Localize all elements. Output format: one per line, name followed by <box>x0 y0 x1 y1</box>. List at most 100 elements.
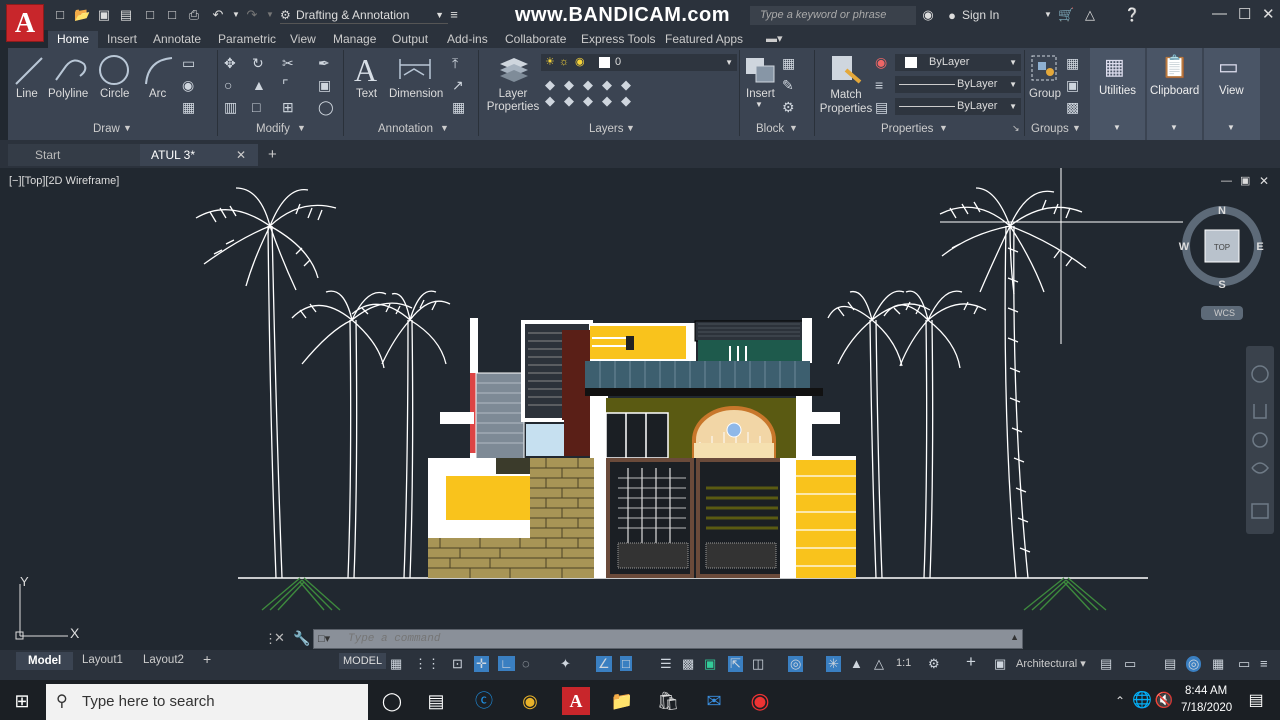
command-close-icon[interactable]: ✕ <box>274 630 285 646</box>
mirror-icon[interactable]: ▲ <box>252 77 266 93</box>
viewcube-top-face[interactable]: TOP <box>1214 243 1230 252</box>
gradient-icon[interactable]: ▦ <box>182 99 195 115</box>
isodraft-icon[interactable]: ✦ <box>560 656 571 672</box>
wcs-label[interactable]: WCS <box>1214 308 1235 318</box>
ribbon-options-icon[interactable]: ▬▾ <box>766 31 783 48</box>
insert-button[interactable]: Insert <box>746 88 775 100</box>
draw-panel-dropdown-icon[interactable]: ▼ <box>123 123 132 133</box>
lineweight-dropdown[interactable]: ByLayer ▼ <box>895 98 1021 115</box>
file-explorer-icon[interactable]: 📁 <box>610 689 634 713</box>
line-button[interactable]: Line <box>16 88 38 100</box>
hatch-icon[interactable]: ◉ <box>182 77 194 93</box>
layer-dropdown[interactable]: ☀ ☼ ◉ 0 ▼ <box>541 54 737 71</box>
save-as-icon[interactable]: ▤ <box>118 7 134 22</box>
search-input[interactable]: Type a keyword or phrase <box>750 6 916 25</box>
move-icon[interactable]: ✥ <box>224 55 236 71</box>
block-panel-label[interactable]: Block <box>756 123 784 135</box>
command-line[interactable]: □▾ ▲ <box>313 629 1023 649</box>
command-input[interactable] <box>348 632 988 646</box>
group-edit-icon[interactable]: ▣ <box>1066 77 1079 93</box>
plot-icon[interactable]: ⎙ <box>186 7 202 22</box>
model-space-button[interactable]: MODEL <box>339 653 387 669</box>
polyline-button[interactable]: Polyline <box>48 88 88 100</box>
stretch-icon[interactable]: ▥ <box>224 99 237 115</box>
clean-screen-icon[interactable]: ▦ <box>1212 656 1224 672</box>
view-panel[interactable]: ▭ View ▼ <box>1204 48 1260 140</box>
properties-dialog-launcher-icon[interactable]: ↘ <box>1012 123 1020 134</box>
customization-icon[interactable]: ≡ <box>1260 656 1268 671</box>
trim-icon[interactable]: ✂ <box>282 55 294 71</box>
open-icon[interactable]: 📂 <box>74 7 90 22</box>
edit-block-icon[interactable]: ✎ <box>782 77 794 93</box>
dimension-button[interactable]: Dimension <box>389 88 443 100</box>
utilities-panel[interactable]: ▦ Utilities ▼ <box>1090 48 1145 140</box>
command-history-icon[interactable]: ▲ <box>1010 632 1019 642</box>
network-icon[interactable]: 🌐 <box>1130 689 1154 713</box>
infer-constraints-icon[interactable]: ⊡ <box>452 656 463 672</box>
tab-express-tools[interactable]: Express Tools <box>581 31 655 48</box>
ortho-icon[interactable]: ∟ <box>498 656 515 671</box>
sign-in-dropdown-icon[interactable]: ▼ <box>1040 7 1056 22</box>
ungroup-icon[interactable]: ▦ <box>1066 55 1079 71</box>
polar-icon[interactable]: ◌ <box>522 656 530 671</box>
taskbar-clock-date[interactable]: 7/18/2020 <box>1181 702 1232 714</box>
annotation-visibility-icon[interactable]: ▲ <box>850 656 863 671</box>
tab-view[interactable]: View <box>290 31 316 48</box>
isolate-objects-icon[interactable]: ▤ <box>1164 656 1176 672</box>
rectangle-icon[interactable]: ▭ <box>182 55 195 71</box>
lineweight-toggle-icon[interactable]: ☰ <box>660 656 672 672</box>
tab-manage[interactable]: Manage <box>333 31 376 48</box>
layers-panel-label[interactable]: Layers <box>589 123 624 135</box>
cart-icon[interactable]: 🛒 <box>1058 7 1074 22</box>
erase-icon[interactable]: ✒ <box>318 55 330 71</box>
tab-output[interactable]: Output <box>392 31 428 48</box>
help-icon[interactable]: ❔ <box>1124 7 1140 22</box>
wrench-icon[interactable]: 🔧 <box>293 630 310 647</box>
tab-parametric[interactable]: Parametric <box>218 31 276 48</box>
clipboard-panel[interactable]: 📋 Clipboard ▼ <box>1147 48 1202 140</box>
web-mobile-open-icon[interactable]: □ <box>142 7 158 22</box>
match-properties-button[interactable]: Match Properties <box>819 88 873 116</box>
circle-button[interactable]: Circle <box>100 88 129 100</box>
volume-muted-icon[interactable]: 🔇 <box>1152 689 1176 713</box>
layers-panel-dropdown-icon[interactable]: ▼ <box>626 123 635 133</box>
text-button[interactable]: Text <box>356 88 377 100</box>
linetype-dropdown[interactable]: ByLayer ▼ <box>895 76 1021 93</box>
tab-start[interactable]: Start <box>8 144 140 166</box>
customize-qat-icon[interactable]: ≡ <box>446 7 462 22</box>
taskbar-search-input[interactable]: ⚲ Type here to search <box>46 684 368 720</box>
autocad-logo[interactable]: A <box>6 4 44 42</box>
offset-icon[interactable]: ◯ <box>318 99 334 115</box>
edge-icon[interactable]: ⓒ <box>472 689 496 713</box>
web-mobile-save-icon[interactable]: □ <box>164 7 180 22</box>
layer-color-swatch[interactable] <box>599 57 610 68</box>
modify-panel-dropdown-icon[interactable]: ▼ <box>297 123 306 133</box>
annotation-panel-dropdown-icon[interactable]: ▼ <box>440 123 449 133</box>
compass-south[interactable]: S <box>1218 279 1225 291</box>
close-tab-icon[interactable]: ✕ <box>236 144 246 166</box>
annotation-autoscale-icon[interactable]: △ <box>874 656 884 672</box>
autocad-taskbar-icon[interactable]: A <box>562 687 590 715</box>
units-dropdown[interactable]: Architectural ▾ <box>1016 657 1086 670</box>
dynamic-input-icon[interactable]: ✛ <box>474 656 489 672</box>
mail-icon[interactable]: ✉ <box>702 689 726 713</box>
command-prompt-icon[interactable]: □▾ <box>318 632 330 645</box>
store-icon[interactable]: 🛍 <box>656 689 680 713</box>
array-icon[interactable]: ⊞ <box>282 99 294 115</box>
binoculars-icon[interactable]: ◉ <box>920 7 936 22</box>
object-snap-icon[interactable]: □ <box>620 656 632 671</box>
draw-panel-label[interactable]: Draw <box>93 123 120 135</box>
tab-home[interactable]: Home <box>48 31 99 48</box>
gizmo-icon[interactable]: ✳ <box>826 656 841 672</box>
color-dropdown[interactable]: ByLayer ▼ <box>895 54 1021 71</box>
tab-drawing-current[interactable]: ATUL 3* ✕ <box>140 144 258 166</box>
table-icon[interactable]: ▦ <box>452 99 465 115</box>
fillet-icon[interactable]: ⌜ <box>282 77 289 93</box>
selection-filter-icon[interactable]: ◎ <box>788 656 804 672</box>
group-button[interactable]: Group <box>1029 88 1061 100</box>
fullscreen-icon[interactable]: ▭ <box>1238 656 1250 672</box>
leader-icon[interactable]: ↗ <box>452 77 464 93</box>
notifications-icon[interactable]: ▤ <box>1244 689 1268 713</box>
explode-icon[interactable]: ▣ <box>318 77 331 93</box>
compass-north[interactable]: N <box>1218 205 1226 217</box>
